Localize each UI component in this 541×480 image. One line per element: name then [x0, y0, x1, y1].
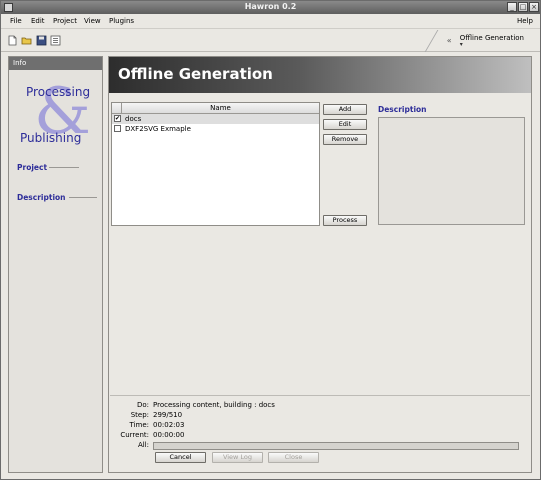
list-icon[interactable] — [50, 35, 61, 46]
all-progress-bar — [153, 442, 519, 450]
table-header: Name — [112, 103, 319, 114]
info-sidebar: Info & Processing Publishing Project Des… — [8, 56, 103, 473]
step-value: 299/510 — [153, 411, 183, 419]
description-label: Description — [17, 193, 66, 202]
app-window: Hawron 0.2 _ □ × File Edit Project View … — [0, 0, 541, 480]
sidebar-header: Info — [9, 57, 102, 70]
column-header-name[interactable]: Name — [122, 104, 319, 112]
time-value: 00:02:03 — [153, 421, 185, 429]
breadcrumb-label[interactable]: Offline Generation — [460, 34, 524, 42]
remove-button[interactable]: Remove — [323, 134, 367, 145]
menu-view[interactable]: View — [84, 17, 101, 25]
menu-edit[interactable]: Edit — [31, 17, 45, 25]
project-table[interactable]: Name ✔ docs DXF2SVG Exmaple — [111, 102, 320, 226]
divider — [69, 197, 97, 198]
status-divider — [110, 395, 530, 396]
new-file-icon[interactable] — [7, 35, 18, 46]
edit-button[interactable]: Edit — [323, 119, 367, 130]
do-value: Processing content, building : docs — [153, 401, 275, 409]
current-label: Current: — [120, 431, 149, 439]
project-label: Project — [17, 163, 48, 172]
description-title: Description — [378, 105, 427, 114]
process-button[interactable]: Process — [323, 215, 367, 226]
row-label: DXF2SVG Exmaple — [125, 125, 191, 133]
divider — [49, 167, 79, 168]
offline-generation-panel: Offline Generation Name ✔ docs DXF2SVG E… — [108, 56, 532, 473]
time-label: Time: — [129, 421, 150, 429]
toolbar: « Offline Generation ▾ — [1, 30, 540, 52]
menu-file[interactable]: File — [10, 17, 22, 25]
minimize-button[interactable]: _ — [507, 2, 517, 12]
description-box — [378, 117, 525, 225]
do-label: Do: — [136, 401, 149, 409]
row-checkbox[interactable] — [114, 125, 121, 132]
save-icon[interactable] — [36, 35, 47, 46]
menu-bar: File Edit Project View Plugins Help — [1, 15, 540, 29]
window-title: Hawron 0.2 — [244, 2, 297, 11]
menu-help[interactable]: Help — [517, 17, 533, 25]
row-checkbox[interactable]: ✔ — [114, 115, 121, 122]
cancel-button[interactable]: Cancel — [155, 452, 206, 463]
menu-project[interactable]: Project — [53, 17, 77, 25]
current-value: 00:00:00 — [153, 431, 185, 439]
menu-plugins[interactable]: Plugins — [109, 17, 134, 25]
add-button[interactable]: Add — [323, 104, 367, 115]
open-folder-icon[interactable] — [21, 35, 32, 46]
row-label: docs — [125, 115, 142, 123]
double-chevron-left-icon[interactable]: « — [447, 36, 452, 45]
close-dialog-button[interactable]: Close — [268, 452, 319, 463]
processing-publishing-logo: & Processing Publishing — [20, 75, 91, 149]
close-button[interactable]: × — [529, 2, 539, 12]
title-bar[interactable]: Hawron 0.2 _ □ × — [1, 1, 540, 14]
breadcrumb[interactable]: « Offline Generation ▾ — [447, 34, 524, 48]
view-log-button[interactable]: View Log — [212, 452, 263, 463]
panel-banner: Offline Generation — [109, 57, 531, 93]
table-row[interactable]: DXF2SVG Exmaple — [112, 124, 319, 134]
maximize-button[interactable]: □ — [518, 2, 528, 12]
table-corner — [112, 103, 122, 113]
step-label: Step: — [130, 411, 149, 419]
table-row[interactable]: ✔ docs — [112, 114, 319, 124]
panel-title: Offline Generation — [118, 65, 273, 83]
all-label: All: — [137, 441, 149, 449]
chevron-down-icon[interactable]: ▾ — [460, 41, 463, 48]
